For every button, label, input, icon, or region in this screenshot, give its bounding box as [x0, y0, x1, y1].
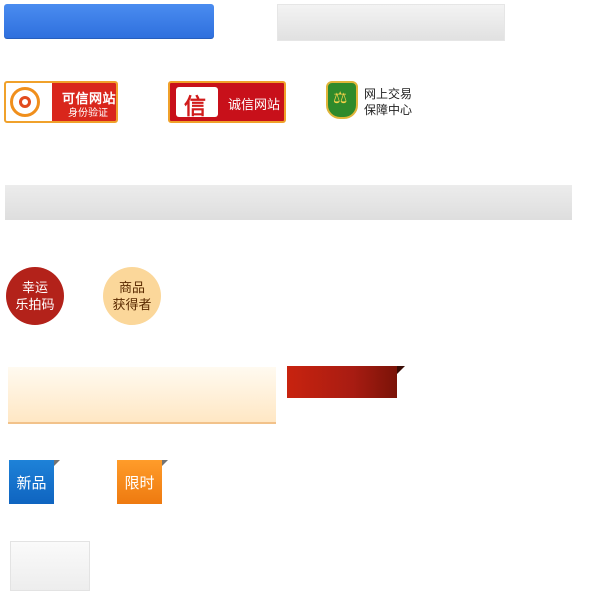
lucky-code-circle: 幸运 乐拍码 — [6, 267, 64, 325]
trade-guarantee-badge[interactable]: ⚖ 网上交易 保障中心 — [326, 81, 426, 123]
trusted-circle-icon — [10, 87, 40, 117]
promo-banner — [8, 367, 276, 424]
new-product-tag: 新品 — [9, 460, 60, 504]
limited-tag-label: 限时 — [124, 474, 155, 492]
trade-guarantee-line2: 保障中心 — [364, 103, 413, 117]
gray-placeholder-box — [10, 541, 90, 591]
integrity-badge-label: 诚信网站 — [228, 97, 281, 112]
red-ribbon — [287, 366, 405, 398]
primary-button[interactable] — [4, 4, 214, 39]
trusted-site-badge[interactable]: 可信网站 身份验证 — [4, 81, 118, 123]
integrity-site-badge[interactable]: 信 诚信网站 — [168, 81, 286, 123]
integrity-seal-icon: 信 — [176, 87, 218, 119]
secondary-button[interactable] — [277, 4, 505, 41]
trade-guarantee-line1: 网上交易 — [364, 87, 413, 101]
lucky-line1: 幸运 — [21, 280, 48, 295]
lucky-line2: 乐拍码 — [15, 297, 55, 312]
winner-line2: 获得者 — [112, 297, 152, 312]
scale-shield-icon: ⚖ — [326, 81, 358, 119]
trusted-badge-subtitle: 身份验证 — [68, 108, 108, 119]
winner-circle: 商品 获得者 — [103, 267, 161, 325]
winner-line1: 商品 — [118, 280, 145, 295]
new-tag-label: 新品 — [16, 474, 47, 492]
limited-time-tag: 限时 — [117, 460, 168, 504]
integrity-seal-char: 信 — [184, 94, 207, 119]
section-header-bar — [5, 185, 572, 220]
